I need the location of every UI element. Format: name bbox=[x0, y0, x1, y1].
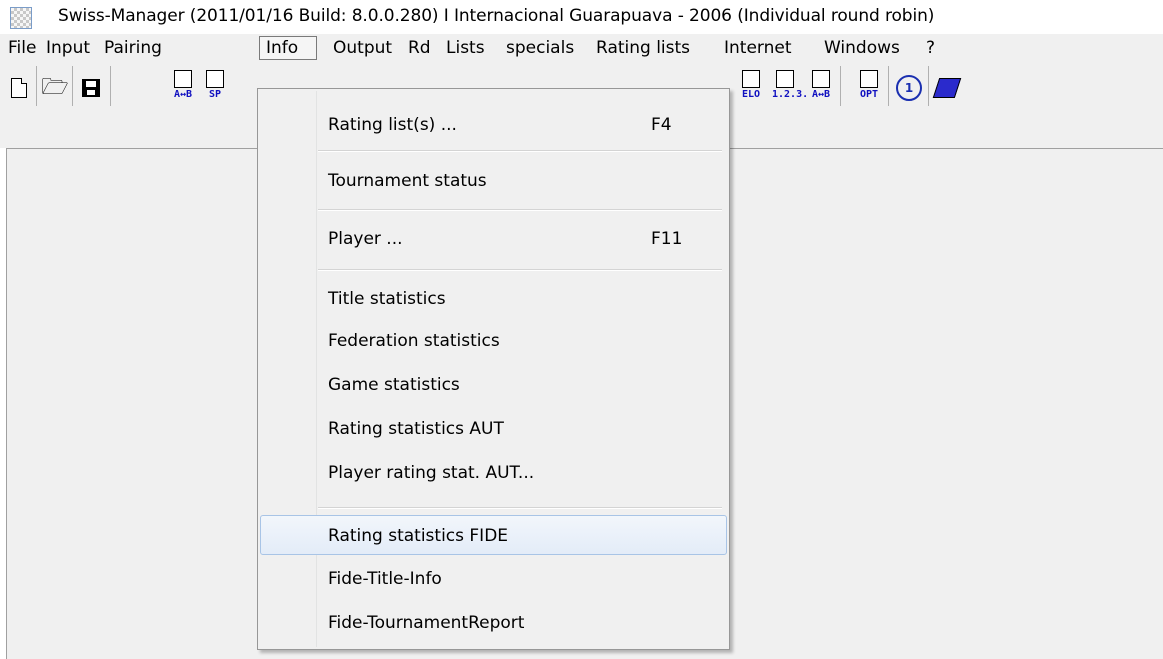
menu-item-label: Rating statistics FIDE bbox=[328, 526, 509, 546]
help-book-button[interactable] bbox=[932, 66, 962, 110]
open-folder-icon: 🗁 bbox=[41, 75, 69, 100]
sort-123-button[interactable]: 1.2.3. bbox=[770, 66, 808, 110]
toolbar-separator bbox=[888, 66, 889, 106]
new-document-icon bbox=[11, 78, 27, 98]
sort-ab-button[interactable]: A↔B bbox=[168, 66, 198, 110]
menu-item-shortcut: F11 bbox=[651, 229, 683, 249]
info-dropdown-menu: Rating list(s) ... F4 Tournament status … bbox=[257, 88, 730, 650]
help-book-icon bbox=[932, 78, 962, 98]
menu-internet[interactable]: Internet bbox=[718, 36, 798, 60]
toolbar-separator bbox=[72, 66, 73, 106]
app-icon[interactable] bbox=[10, 7, 32, 29]
menu-separator bbox=[318, 150, 722, 152]
sp-button[interactable]: SP bbox=[200, 66, 230, 110]
menu-item-tournament-status[interactable]: Tournament status bbox=[260, 161, 727, 201]
menu-lists[interactable]: Lists bbox=[440, 36, 491, 60]
menu-separator bbox=[318, 507, 722, 509]
menu-item-rating-statistics-fide[interactable]: Rating statistics FIDE bbox=[260, 515, 727, 555]
menu-item-label: Fide-TournamentReport bbox=[328, 613, 525, 633]
options-button[interactable]: OPT bbox=[854, 66, 884, 110]
toolbar-separator bbox=[110, 66, 111, 106]
menu-windows[interactable]: Windows bbox=[818, 36, 906, 60]
menu-item-player-rating-stat-aut[interactable]: Player rating stat. AUT... bbox=[260, 453, 727, 493]
menu-rd[interactable]: Rd bbox=[402, 36, 437, 60]
menu-item-game-statistics[interactable]: Game statistics bbox=[260, 365, 727, 405]
menu-file[interactable]: File bbox=[2, 36, 42, 60]
menu-separator bbox=[318, 209, 722, 211]
menu-rating-lists[interactable]: Rating lists bbox=[590, 36, 696, 60]
menu-item-rating-lists[interactable]: Rating list(s) ... F4 bbox=[260, 105, 727, 145]
menu-item-player[interactable]: Player ... F11 bbox=[260, 219, 727, 259]
menu-item-label: Title statistics bbox=[328, 289, 446, 309]
new-document-button[interactable] bbox=[4, 66, 34, 110]
open-button[interactable]: 🗁 bbox=[40, 66, 70, 110]
menu-item-label: Federation statistics bbox=[328, 331, 500, 351]
menu-item-label: Game statistics bbox=[328, 375, 460, 395]
sp-icon: SP bbox=[202, 70, 228, 106]
menu-item-fide-tournament-report[interactable]: Fide-TournamentReport bbox=[260, 603, 727, 643]
sort-elo-button[interactable]: ELO bbox=[736, 66, 766, 110]
menu-item-label: Player ... bbox=[328, 229, 403, 249]
list-ab-icon: A↔B bbox=[808, 70, 834, 106]
sort-123-icon: 1.2.3. bbox=[772, 70, 808, 106]
menu-item-shortcut: F4 bbox=[651, 115, 672, 135]
chess-round-button[interactable]: 1 bbox=[894, 66, 924, 110]
menu-separator bbox=[318, 269, 722, 271]
toolbar-separator bbox=[840, 66, 841, 106]
menu-item-federation-statistics[interactable]: Federation statistics bbox=[260, 321, 727, 361]
menu-pairing[interactable]: Pairing bbox=[98, 36, 168, 60]
title-bar: Swiss-Manager (2011/01/16 Build: 8.0.0.2… bbox=[0, 0, 1163, 34]
list-ab-button[interactable]: A↔B bbox=[806, 66, 836, 110]
toolbar-separator bbox=[36, 66, 37, 106]
sort-elo-icon: ELO bbox=[738, 70, 764, 106]
window-title: Swiss-Manager (2011/01/16 Build: 8.0.0.2… bbox=[58, 6, 935, 26]
menu-bar: File Input Pairing Info Output Rd Lists … bbox=[0, 34, 1163, 62]
chess-round-icon: 1 bbox=[896, 75, 922, 101]
save-icon bbox=[82, 79, 100, 97]
menu-specials[interactable]: specials bbox=[500, 36, 580, 60]
menu-item-label: Tournament status bbox=[328, 171, 487, 191]
save-button[interactable] bbox=[76, 66, 106, 110]
menu-item-label: Fide-Title-Info bbox=[328, 569, 442, 589]
menu-item-title-statistics[interactable]: Title statistics bbox=[260, 279, 727, 319]
sort-ab-icon: A↔B bbox=[170, 70, 196, 106]
menu-item-label: Player rating stat. AUT... bbox=[328, 463, 535, 483]
menu-info[interactable]: Info bbox=[259, 36, 317, 60]
menu-help[interactable]: ? bbox=[920, 36, 941, 60]
menu-item-fide-title-info[interactable]: Fide-Title-Info bbox=[260, 559, 727, 599]
menu-item-rating-statistics-aut[interactable]: Rating statistics AUT bbox=[260, 409, 727, 449]
menu-item-label: Rating list(s) ... bbox=[328, 115, 457, 135]
menu-input[interactable]: Input bbox=[40, 36, 96, 60]
menu-output[interactable]: Output bbox=[327, 36, 398, 60]
toolbar-separator bbox=[928, 66, 929, 106]
options-icon: OPT bbox=[856, 70, 882, 106]
menu-item-label: Rating statistics AUT bbox=[328, 419, 504, 439]
